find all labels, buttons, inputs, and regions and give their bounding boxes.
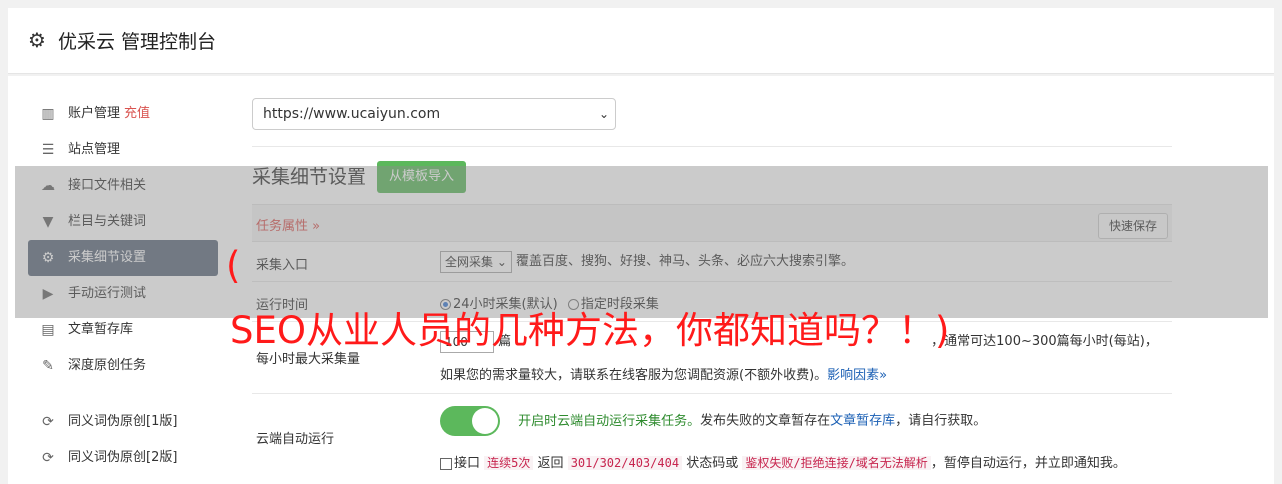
cloud-label: 云端自动运行 — [256, 432, 335, 447]
sidebar-divider — [28, 384, 218, 404]
chevron-down-icon: ⌄ — [598, 107, 609, 121]
site-select-value: https://www.ucaiyun.com — [263, 106, 441, 122]
site-select[interactable]: https://www.ucaiyun.com ⌄ — [252, 98, 616, 130]
sidebar-item-label: 深度原创任务 — [68, 358, 147, 373]
edit-icon: ✎ — [42, 358, 54, 374]
pause-checkbox[interactable] — [440, 457, 452, 470]
bar-chart-icon: ▥ — [41, 106, 55, 122]
sidebar-item-label: 站点管理 — [68, 142, 121, 157]
pause-text-1: 返回 — [537, 456, 564, 471]
server-icon: ☰ — [41, 142, 55, 158]
watermark-paren: ( — [226, 244, 241, 287]
recharge-link[interactable]: 充值 — [124, 106, 150, 121]
row-cloud-run: 云端自动运行 开启时云端自动运行采集任务。发布失败的文章暂存在文章暂存库，请自行… — [252, 394, 1172, 484]
gear-icon: ⚙ — [28, 28, 46, 52]
cloud-toggle-text: 开启时云端自动运行采集任务。 — [518, 413, 701, 429]
refresh-icon: ⟳ — [42, 414, 54, 430]
pause-label: 接口 — [454, 456, 481, 471]
code-consecutive: 连续5次 — [484, 456, 534, 470]
cloud-desc-tail: ，请自行获取。 — [895, 413, 987, 429]
code-status: 301/302/403/404 — [567, 456, 683, 470]
pause-text-tail: ，暂停自动运行，并立即通知我。 — [930, 456, 1126, 471]
factor-link[interactable]: 影响因素» — [827, 368, 887, 383]
sidebar-item-synonym-v1[interactable]: ⟳ 同义词伪原创[1版] — [28, 404, 218, 440]
watermark-overlay — [15, 166, 1268, 318]
refresh-icon: ⟳ — [42, 450, 54, 466]
page-title: 优采云 管理控制台 — [58, 31, 217, 53]
cloud-desc: 发布失败的文章暂存在 — [700, 413, 831, 429]
watermark-title: SEO从业人员的几种方法，你都知道吗？！) — [230, 309, 950, 352]
code-errors: 鉴权失败/拒绝连接/域名无法解析 — [742, 456, 931, 470]
sidebar-item-synonym-v2[interactable]: ⟳ 同义词伪原创[2版] — [28, 440, 218, 476]
divider — [252, 146, 1172, 147]
header-bar: ⚙ 优采云 管理控制台 — [8, 8, 1274, 74]
sidebar-item-label: 文章暂存库 — [68, 322, 134, 337]
content-area: https://www.ucaiyun.com ⌄ 采集细节设置 从模板导入 任… — [252, 98, 1172, 471]
sidebar-item-label: 同义词伪原创[1版] — [68, 414, 178, 429]
sidebar-item-account[interactable]: ▥ 账户管理 充值 — [28, 96, 218, 132]
sidebar-item-label: 同义词伪原创[2版] — [68, 450, 178, 465]
sidebar-item-sites[interactable]: ☰ 站点管理 — [28, 132, 218, 168]
sidebar-item-label: 账户管理 — [68, 106, 121, 121]
max-hint: ，通常可达100~300篇每小时(每站)， — [931, 334, 1158, 349]
max-contact-hint: 如果您的需求量较大，请联系在线客服为您调配资源(不额外收费)。 — [440, 368, 828, 383]
sidebar-item-deep-original[interactable]: ✎ 深度原创任务 — [28, 348, 218, 384]
pause-text-2: 状态码或 — [686, 456, 739, 471]
article-store-link[interactable]: 文章暂存库 — [830, 414, 895, 429]
cloud-run-toggle[interactable] — [440, 406, 500, 436]
